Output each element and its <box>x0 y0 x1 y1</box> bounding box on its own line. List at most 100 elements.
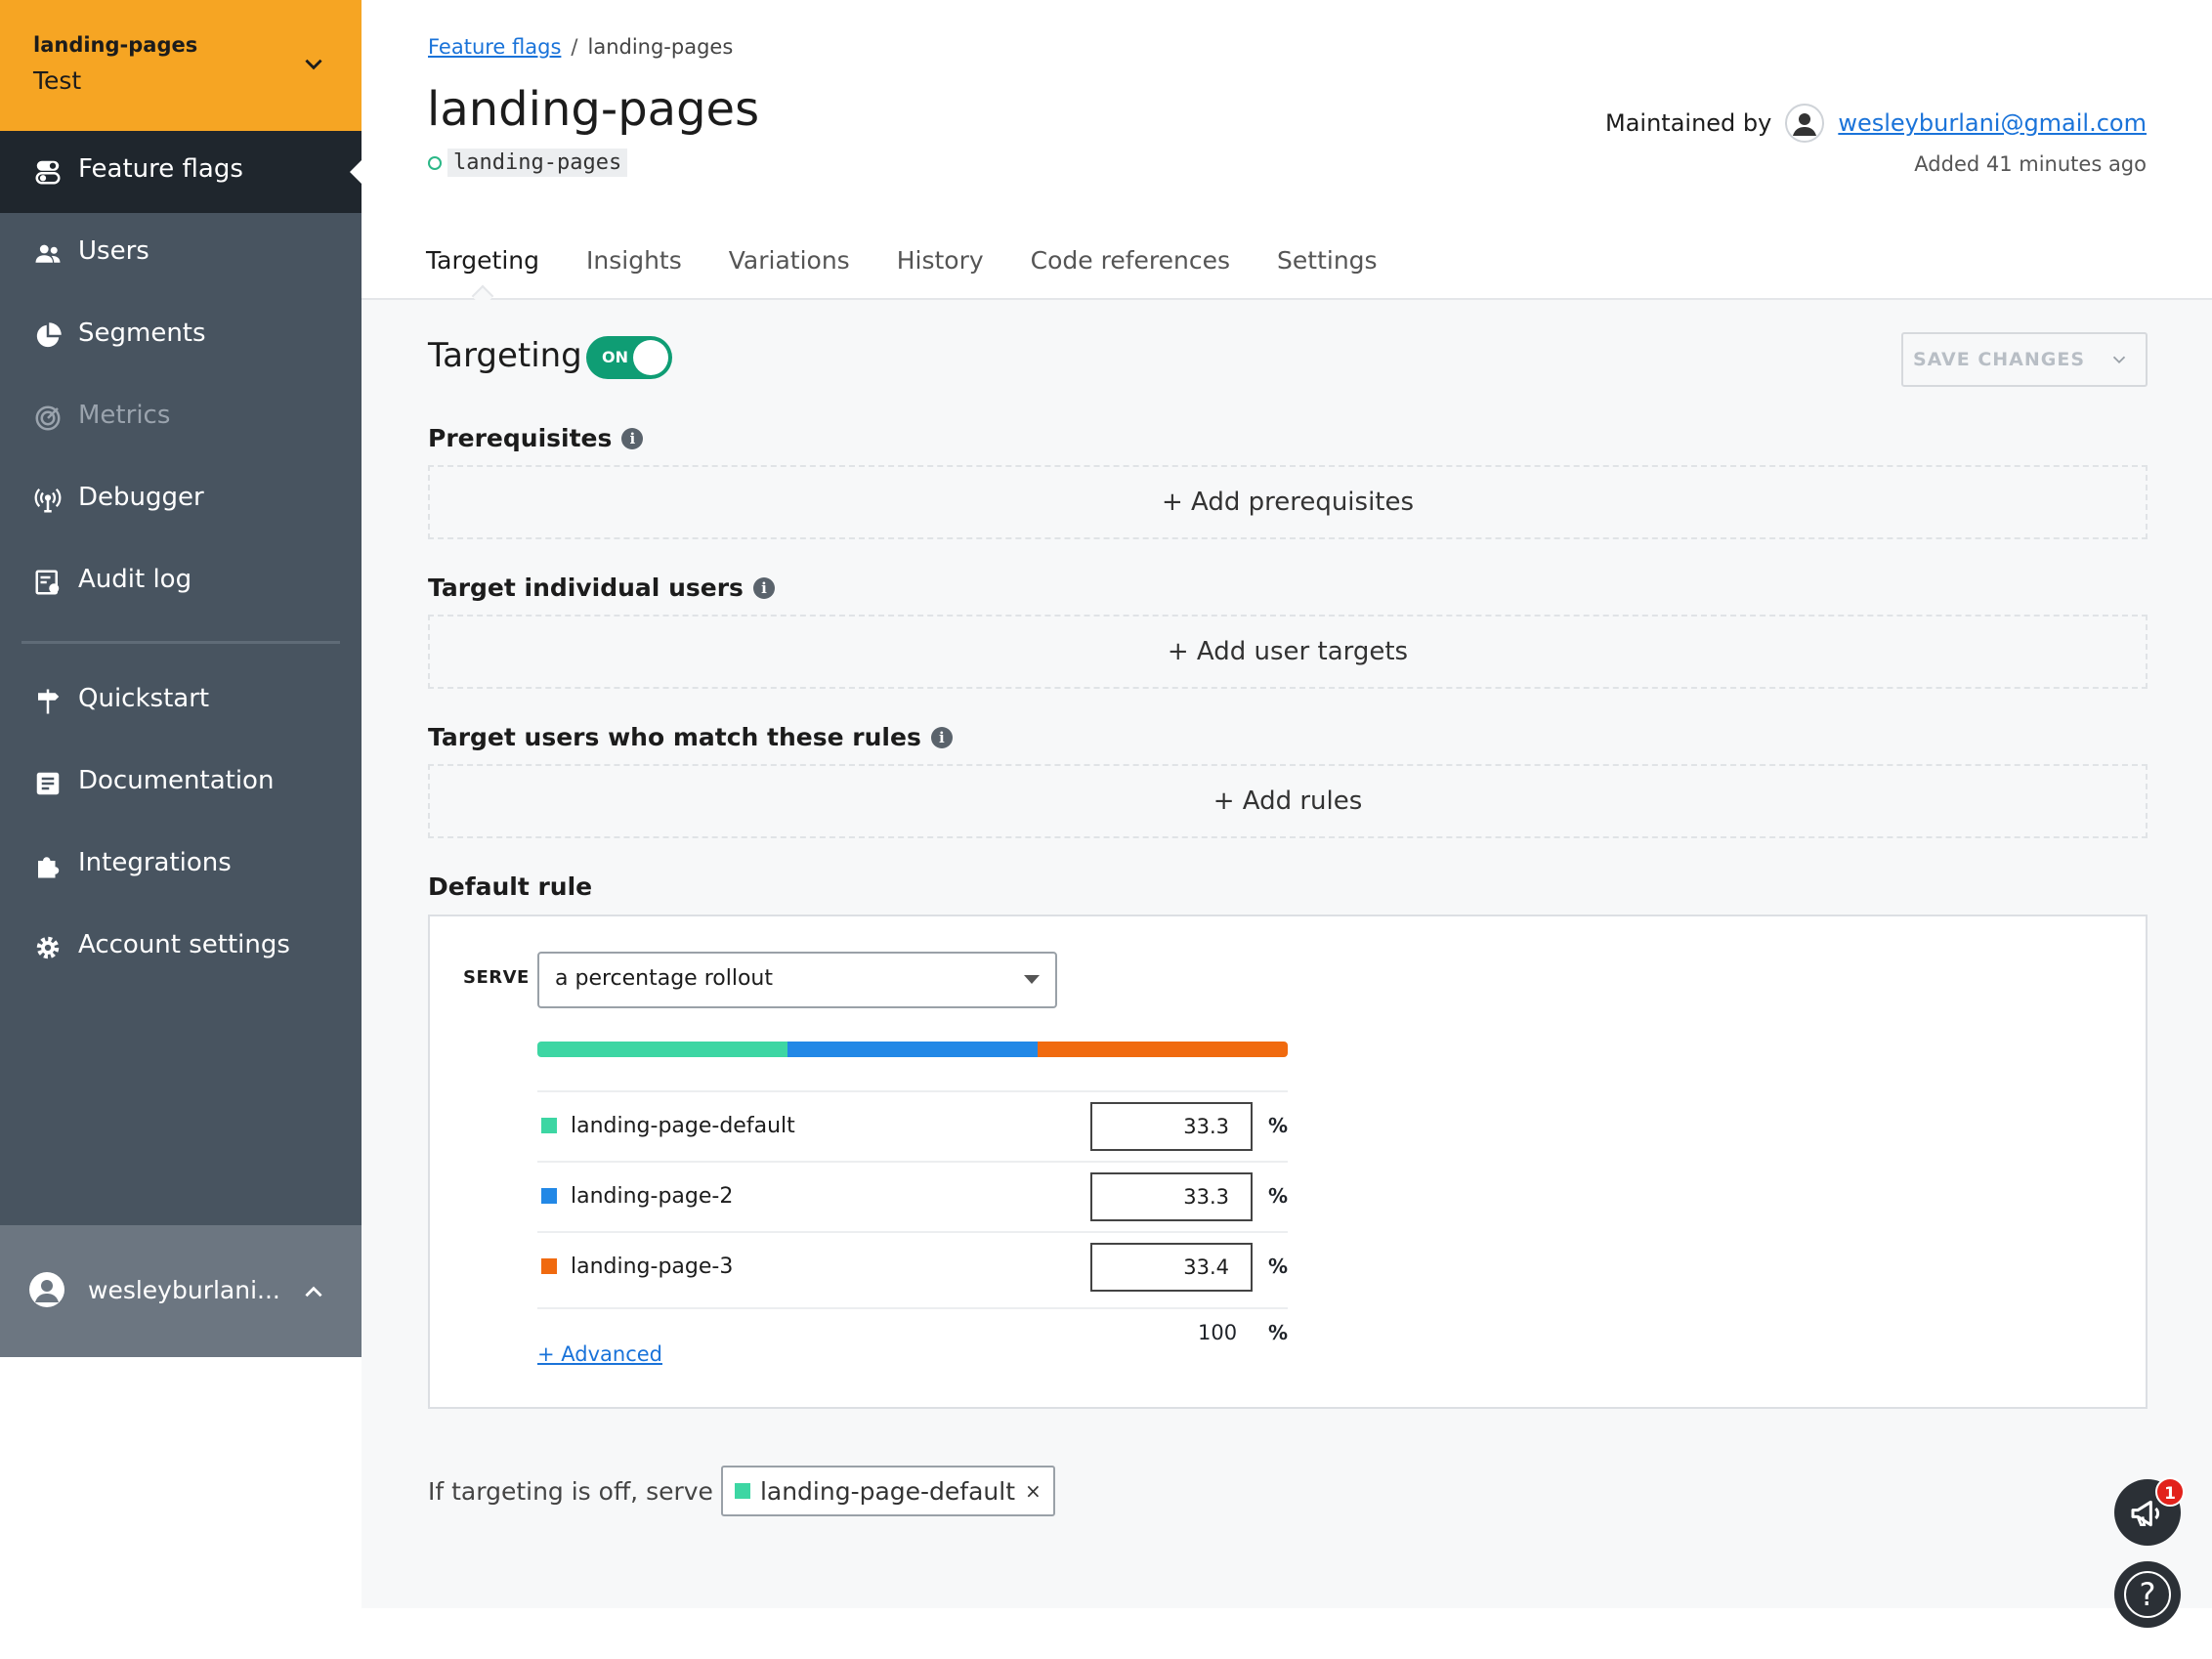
sidebar-item-audit-log[interactable]: Audit log <box>0 541 362 623</box>
serve-label: SERVE <box>463 967 530 988</box>
chevron-down-icon <box>305 59 322 70</box>
project-switcher[interactable]: landing-pages Test <box>0 0 362 131</box>
puzzle-icon <box>38 857 60 878</box>
maintainer: Maintained by wesleyburlani@gmail.com <box>1605 104 2147 143</box>
variation-color-swatch <box>541 1118 557 1133</box>
sidebar-divider <box>21 641 340 644</box>
info-icon[interactable]: i <box>752 576 775 599</box>
flag-key: landing-pages <box>428 149 628 177</box>
breadcrumb: Feature flags / landing-pages <box>428 35 733 59</box>
sidebar-item-segments[interactable]: Segments <box>0 295 362 377</box>
percentage-input[interactable]: 33.3 <box>1090 1172 1253 1221</box>
targeting-toggle[interactable]: ON <box>586 336 672 379</box>
sidebar-item-quickstart[interactable]: Quickstart <box>0 660 362 743</box>
section-title: Prerequisites <box>428 424 613 452</box>
default-rule-panel: SERVE a percentage rollout landing-page-… <box>428 915 2148 1409</box>
main-content: Feature flags / landing-pages landing-page… <box>362 0 2212 1628</box>
percentage-input[interactable]: 33.3 <box>1090 1102 1253 1151</box>
off-serve-label: If targeting is off, serve <box>428 1476 713 1506</box>
maintained-by-label: Maintained by <box>1604 109 1772 137</box>
save-changes-button[interactable]: SAVE CHANGES <box>1901 332 2097 387</box>
off-variation-select[interactable]: landing-page-default × <box>720 1466 1055 1516</box>
tab-code-references[interactable]: Code references <box>1031 246 1230 275</box>
avatar <box>29 1272 64 1307</box>
serve-select[interactable]: a percentage rollout <box>537 952 1057 1008</box>
rollout-segment-2 <box>787 1042 1038 1057</box>
help-button[interactable]: ? <box>2114 1561 2181 1628</box>
flag-header: Feature flags / landing-pages landing-page… <box>362 0 2212 300</box>
tab-settings[interactable]: Settings <box>1277 246 1378 275</box>
sidebar-item-users[interactable]: Users <box>0 213 362 295</box>
sidebar-item-account-settings[interactable]: Account settings <box>0 907 362 989</box>
toggle-knob <box>633 340 668 375</box>
sidebar-item-label: Audit log <box>78 565 192 594</box>
section-title: Target users who match these rules <box>428 723 921 751</box>
target-icon <box>35 405 61 431</box>
tab-insights[interactable]: Insights <box>586 246 682 275</box>
users-icon <box>35 244 61 263</box>
sidebar-item-documentation[interactable]: Documentation <box>0 743 362 825</box>
tab-variations[interactable]: Variations <box>729 246 850 275</box>
sidebar-item-debugger[interactable]: Debugger <box>0 459 362 541</box>
save-options-dropdown[interactable] <box>2093 332 2148 387</box>
variation-color-swatch <box>541 1188 557 1204</box>
percent-sign: % <box>1268 1184 1289 1208</box>
breadcrumb-link-feature-flags[interactable]: Feature flags <box>428 35 561 59</box>
variation-row: landing-page-default 33.3 % <box>537 1090 1288 1163</box>
sidebar-item-label: Integrations <box>78 848 232 877</box>
sidebar-item-label: Users <box>78 236 149 266</box>
signpost-icon <box>38 689 60 714</box>
percentage-input[interactable]: 33.4 <box>1090 1243 1253 1292</box>
user-name: wesleyburlani... <box>88 1276 280 1304</box>
sidebar-item-feature-flags[interactable]: Feature flags <box>0 131 362 213</box>
variation-color-swatch <box>734 1483 750 1499</box>
added-timestamp: Added 41 minutes ago <box>1914 152 2147 176</box>
rules-label: Target users who match these rules i <box>428 723 953 751</box>
flag-tabs: Targeting Insights Variations History Co… <box>426 246 1378 275</box>
announcements-button[interactable]: 1 <box>2114 1477 2185 1546</box>
gear-icon <box>36 936 60 959</box>
sidebar-item-integrations[interactable]: Integrations <box>0 825 362 907</box>
tab-targeting[interactable]: Targeting <box>426 246 539 275</box>
sidebar-item-label: Quickstart <box>78 684 210 713</box>
prerequisites-label: Prerequisites i <box>428 424 644 452</box>
off-variation-name: landing-page-default <box>759 1476 1016 1506</box>
info-icon[interactable]: i <box>621 427 644 449</box>
rollout-segment-3 <box>1037 1042 1288 1057</box>
pie-chart-icon <box>36 322 62 348</box>
broadcast-icon <box>34 488 62 513</box>
add-prerequisites-button[interactable]: + Add prerequisites <box>428 465 2148 539</box>
sidebar-item-label: Metrics <box>78 401 171 430</box>
info-icon[interactable]: i <box>930 726 953 748</box>
variation-name: landing-page-2 <box>571 1184 734 1209</box>
maintainer-email-link[interactable]: wesleyburlani@gmail.com <box>1838 109 2147 137</box>
chevron-up-icon <box>305 1286 322 1297</box>
chevron-down-icon <box>2112 356 2126 364</box>
sidebar-item-label: Feature flags <box>78 154 243 184</box>
sidebar-item-label: Documentation <box>78 766 275 795</box>
user-menu[interactable]: wesleyburlani... <box>0 1225 362 1357</box>
variation-name: landing-page-default <box>571 1114 795 1138</box>
section-title: Default rule <box>428 872 593 901</box>
variation-row: landing-page-2 33.3 % <box>537 1161 1288 1233</box>
add-rules-button[interactable]: + Add rules <box>428 764 2148 838</box>
add-user-targets-button[interactable]: + Add user targets <box>428 615 2148 689</box>
caret-down-icon <box>1024 975 1040 984</box>
variation-name: landing-page-3 <box>571 1255 734 1279</box>
off-serve: If targeting is off, serve landing-page-… <box>428 1466 1055 1516</box>
percent-sign: % <box>1268 1255 1289 1278</box>
environment-name: Test <box>33 66 82 95</box>
advanced-link[interactable]: + Advanced <box>537 1342 662 1366</box>
clear-icon[interactable]: × <box>1025 1479 1042 1503</box>
tab-history[interactable]: History <box>897 246 984 275</box>
variation-row: landing-page-3 33.4 % <box>537 1231 1288 1303</box>
breadcrumb-current: landing-pages <box>587 35 734 59</box>
user-icon <box>1793 113 1817 136</box>
sidebar-item-metrics[interactable]: Metrics <box>0 377 362 459</box>
percent-sign: % <box>1268 1114 1289 1137</box>
user-icon <box>35 1280 59 1302</box>
rollout-bar <box>537 1042 1288 1057</box>
individual-targets-label: Target individual users i <box>428 574 775 602</box>
help-icon: ? <box>2124 1571 2171 1618</box>
document-icon <box>36 772 60 795</box>
